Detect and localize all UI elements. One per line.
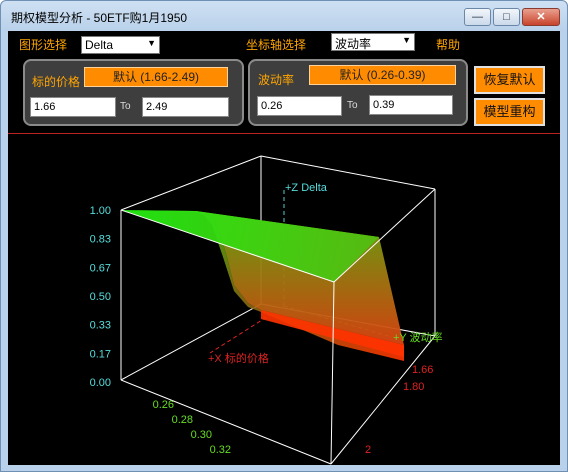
z-axis-label: +Z Delta [285, 182, 328, 194]
price-label: 标的价格 [32, 75, 81, 89]
minimize-icon: — [472, 11, 483, 23]
title-bar[interactable]: 期权模型分析 - 50ETF购1月1950 — □ ✕ [1, 1, 567, 31]
rebuild-model-button[interactable]: 模型重构 [474, 98, 545, 126]
z-tick-labels: 1.00 0.83 0.67 0.50 0.33 0.17 0.00 [90, 205, 111, 389]
graph-select[interactable]: Delta ▼ [81, 36, 160, 54]
reset-default-button[interactable]: 恢复默认 [474, 66, 545, 94]
y-tick-label: 0.32 [210, 444, 231, 456]
y-tick-label: 0.28 [172, 414, 193, 426]
price-from-input[interactable]: 1.66 [30, 97, 116, 117]
help-link[interactable]: 帮助 [436, 36, 460, 53]
maximize-icon: □ [503, 11, 510, 23]
y-tick-labels: 0.26 0.28 0.30 0.32 [153, 399, 231, 456]
volatility-default-button[interactable]: 默认 (0.26-0.39) [309, 65, 456, 85]
x-tick-label: 1.66 [412, 364, 433, 376]
price-range-panel: 标的价格 默认 (1.66-2.49) 1.66 To 2.49 [23, 59, 244, 126]
x-tick-label: 1.80 [403, 381, 424, 393]
z-tick-label: 0.00 [90, 377, 111, 389]
chevron-down-icon: ▼ [402, 35, 411, 45]
price-to-label: To [120, 101, 131, 112]
volatility-to-input[interactable]: 0.39 [369, 95, 453, 115]
surface-chart[interactable]: 1.00 0.83 0.67 0.50 0.33 0.17 0.00 0.26 0.28 0.3… [8, 135, 560, 465]
volatility-from-input[interactable]: 0.26 [257, 96, 342, 116]
x-tick-label: 2 [365, 444, 371, 456]
minimize-button[interactable]: — [464, 8, 491, 26]
price-to-input[interactable]: 2.49 [142, 97, 229, 117]
window-title: 期权模型分析 - 50ETF购1月1950 [11, 11, 188, 25]
maximize-button[interactable]: □ [493, 8, 520, 26]
y-tick-label: 0.30 [191, 429, 212, 441]
z-tick-label: 0.50 [90, 291, 111, 303]
axis-select[interactable]: 波动率 ▼ [331, 33, 415, 51]
chevron-down-icon: ▼ [147, 38, 156, 48]
axis-select-value: 波动率 [335, 37, 372, 51]
client-area: 图形选择 Delta ▼ 坐标轴选择 波动率 ▼ 帮助 标的价格 默认 (1.6… [8, 31, 560, 465]
separator-line [8, 133, 560, 134]
z-tick-label: 1.00 [90, 205, 111, 217]
z-tick-label: 0.83 [90, 234, 111, 246]
z-tick-label: 0.33 [90, 320, 111, 332]
app-window: 期权模型分析 - 50ETF购1月1950 — □ ✕ 图形选择 Delta ▼… [0, 0, 568, 472]
volatility-range-panel: 波动率 默认 (0.26-0.39) 0.26 To 0.39 [248, 59, 468, 126]
y-axis-label: +Y 波动率 [393, 330, 443, 344]
z-tick-label: 0.17 [90, 348, 111, 360]
volatility-to-label: To [347, 100, 358, 111]
z-tick-label: 0.67 [90, 262, 111, 274]
graph-select-value: Delta [85, 38, 114, 52]
y-tick-label: 0.26 [153, 399, 174, 411]
price-default-button[interactable]: 默认 (1.66-2.49) [84, 67, 228, 87]
close-button[interactable]: ✕ [522, 8, 560, 26]
graph-select-label: 图形选择 [19, 38, 68, 52]
delta-surface [121, 210, 404, 361]
close-icon: ✕ [536, 11, 546, 23]
x-axis-label: +X 标的价格 [208, 351, 269, 365]
axis-select-label: 坐标轴选择 [246, 38, 307, 52]
volatility-label: 波动率 [258, 73, 295, 87]
